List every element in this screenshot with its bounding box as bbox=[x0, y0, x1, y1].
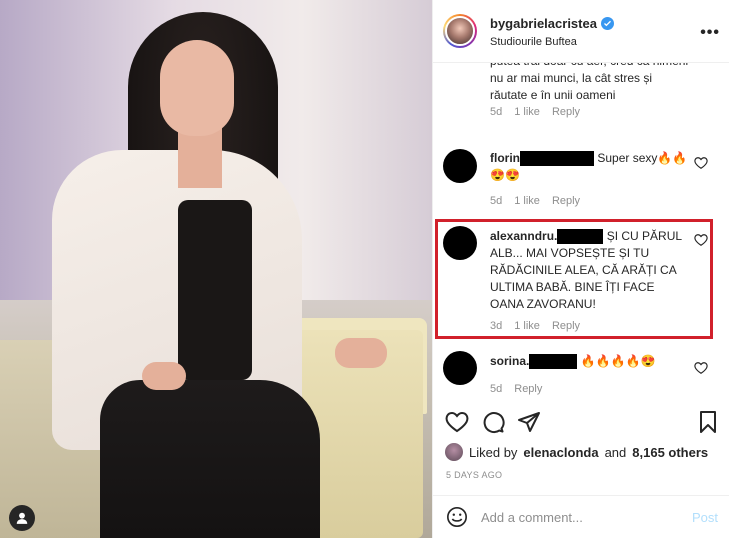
avatar[interactable] bbox=[443, 351, 477, 385]
comment-text: putea trăi doar cu aer, cred că nimeni n… bbox=[490, 63, 688, 102]
post-date[interactable]: 5 DAYS AGO bbox=[446, 470, 502, 480]
share-icon[interactable] bbox=[517, 410, 541, 434]
comment-reply-button[interactable]: Reply bbox=[552, 195, 580, 207]
highlight-box bbox=[435, 219, 713, 339]
bookmark-icon[interactable] bbox=[696, 410, 720, 434]
photo-hand-right bbox=[335, 338, 387, 368]
post-comment-button[interactable]: Post bbox=[692, 510, 718, 525]
comment-username[interactable]: florin bbox=[490, 151, 520, 165]
comment-likes[interactable]: 1 like bbox=[514, 106, 540, 118]
comment-reply-button[interactable]: Reply bbox=[552, 106, 580, 118]
liker-username[interactable]: elenaclonda bbox=[523, 445, 598, 460]
comment-age: 5d bbox=[490, 195, 503, 207]
comment-age: 5d bbox=[490, 106, 503, 118]
comment-input[interactable] bbox=[481, 506, 681, 528]
comment-meta: 5d Reply bbox=[490, 383, 542, 395]
emoji-icon[interactable] bbox=[446, 506, 468, 528]
photo-pants bbox=[100, 380, 320, 538]
comment-icon[interactable] bbox=[481, 410, 505, 434]
comment-age: 5d bbox=[490, 383, 503, 395]
likes-summary: Liked by elenaclonda and 8,165 others bbox=[445, 443, 708, 461]
comment-likes[interactable]: 1 like bbox=[514, 195, 540, 207]
comment-reply-button[interactable]: Reply bbox=[514, 383, 542, 395]
heart-icon[interactable] bbox=[694, 361, 708, 375]
post-actions bbox=[433, 406, 729, 442]
likes-others-link[interactable]: 8,165 others bbox=[632, 445, 708, 460]
heart-icon[interactable] bbox=[694, 156, 708, 170]
photo-neck bbox=[178, 128, 222, 188]
comment-emojis: 🔥🔥🔥🔥😍 bbox=[580, 354, 656, 368]
comment-meta: 5d 1 like Reply bbox=[490, 195, 580, 207]
user-tag-icon[interactable] bbox=[9, 505, 35, 531]
verified-icon bbox=[600, 17, 614, 30]
photo-hand-left bbox=[142, 362, 186, 390]
post-photo[interactable] bbox=[0, 0, 432, 538]
post-header: bygabrielacristea Studiourile Buftea ••• bbox=[433, 0, 729, 63]
comment-text: Super sexy bbox=[597, 151, 658, 165]
comment-meta: 5d 1 like Reply bbox=[490, 106, 580, 118]
photo-top bbox=[178, 200, 252, 380]
add-comment-bar: Post bbox=[433, 495, 729, 538]
author-avatar[interactable] bbox=[443, 14, 477, 48]
author-username[interactable]: bygabrielacristea bbox=[490, 16, 614, 31]
comment-username[interactable]: sorina. bbox=[490, 354, 529, 368]
redaction-bar bbox=[529, 354, 578, 370]
avatar[interactable] bbox=[443, 149, 477, 183]
photo-face bbox=[160, 40, 234, 136]
post-side-panel: bygabrielacristea Studiourile Buftea •••… bbox=[432, 0, 729, 538]
comments-list[interactable]: putea trăi doar cu aer, cred că nimeni n… bbox=[433, 63, 729, 406]
avatar[interactable] bbox=[445, 443, 463, 461]
heart-icon[interactable] bbox=[445, 410, 469, 434]
more-options-icon[interactable]: ••• bbox=[700, 24, 720, 42]
redaction-bar bbox=[520, 151, 594, 167]
post-location[interactable]: Studiourile Buftea bbox=[490, 36, 577, 48]
